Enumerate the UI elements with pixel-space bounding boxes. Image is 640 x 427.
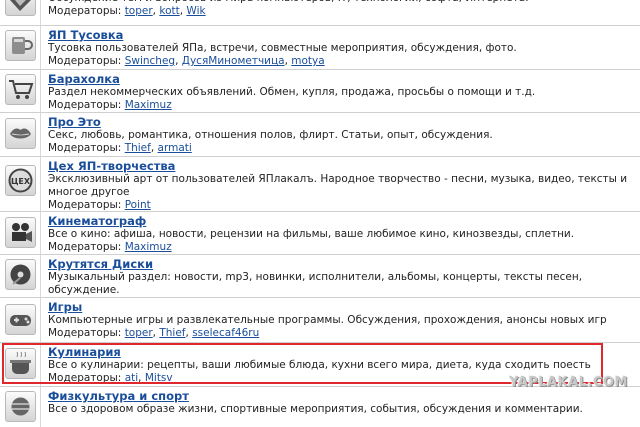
moderator-link[interactable]: Swincheg xyxy=(125,55,175,67)
forum-description: Эксклюзивный арт от пользователей ЯПлака… xyxy=(48,173,628,198)
forum-icon-cell xyxy=(0,255,41,298)
moderators-line: Модераторы: Maximuz xyxy=(48,241,634,254)
forum-row: Барахолка Раздел некоммерческих объявлени… xyxy=(0,70,640,113)
forum-icon-cell xyxy=(0,387,41,427)
moderator-link[interactable]: kott xyxy=(159,5,179,17)
watermark: YAPLAKAL.COM xyxy=(509,375,628,390)
moderator-link[interactable]: armati xyxy=(158,142,192,154)
forum-icon-cell xyxy=(0,26,41,70)
forum-description: Раздел некоммерческих объявлений. Обмен,… xyxy=(48,86,536,98)
forum-title-link[interactable]: Кинематограф xyxy=(48,214,634,228)
moderator-link[interactable]: sselecaf46ru xyxy=(192,327,259,339)
forum-row: Крутятся Диски Музыкальный раздел: новост… xyxy=(0,255,640,298)
forum-description: Тусовка пользователей ЯПа, встречи, совм… xyxy=(48,42,517,54)
forum-row: Физкультура и спорт Все о здоровом образе… xyxy=(0,387,640,427)
forum-description: Музыкальный раздел: новости, mp3, новинк… xyxy=(48,271,583,296)
moderator-link[interactable]: Thief xyxy=(159,327,185,339)
forum-row: Про Это Секс, любовь, романтика, отношени… xyxy=(0,113,640,157)
moderator-link[interactable]: toper xyxy=(125,5,153,17)
moderators-line: Модераторы: Thief, armati xyxy=(48,142,192,154)
moderators-label: Модераторы: xyxy=(48,241,125,253)
forum-title-link[interactable]: Цех ЯП-творчества xyxy=(48,159,634,173)
forum-icon-cell xyxy=(0,70,41,113)
music-hand-icon xyxy=(5,259,36,290)
forum-row: ЦЕХ Цех ЯП-творчества Эксклюзивный арт от … xyxy=(0,157,640,212)
forum-icon-cell: ЦЕХ xyxy=(0,157,41,212)
moderators-label: Модераторы: xyxy=(48,5,125,17)
forum-title-link[interactable]: Крутятся Диски xyxy=(48,257,634,271)
moderator-link[interactable]: motya xyxy=(291,55,324,67)
moderators-label: Модераторы: xyxy=(48,142,125,154)
forum-title-link[interactable]: Игры xyxy=(48,300,634,314)
forum-text: Обсуждение тем и вопросов из мира компью… xyxy=(48,0,634,18)
moderators-label: Модераторы: xyxy=(48,199,125,211)
forum-icon-cell xyxy=(0,113,41,157)
moderators-line: Модераторы: toper, Thief, sselecaf46ru xyxy=(48,327,260,339)
moderator-link[interactable]: Maximuz xyxy=(125,241,172,253)
moderator-link[interactable]: Thief xyxy=(125,142,151,154)
forum-row: ЯП Тусовка Тусовка пользователей ЯПа, вст… xyxy=(0,26,640,70)
forum-text: ЯП Тусовка Тусовка пользователей ЯПа, вст… xyxy=(48,28,634,68)
forum-description: Все о кино: афиша, новости, рецензии на … xyxy=(48,228,575,240)
forum-icon-cell xyxy=(0,212,41,255)
moderators-label: Модераторы: xyxy=(48,327,125,339)
moderators-label: Модераторы: xyxy=(48,55,125,67)
moderator-link[interactable]: Wik xyxy=(186,5,205,17)
forum-icon-cell xyxy=(0,298,41,343)
moderators-line: Модераторы: Maximuz xyxy=(48,99,634,112)
forum-icon-cell xyxy=(0,0,41,26)
forum-text: Крутятся Диски Музыкальный раздел: новост… xyxy=(48,257,634,297)
forum-text: Кинематограф Все о кино: афиша, новости, … xyxy=(48,214,634,254)
moderator-link[interactable]: Maximuz xyxy=(125,99,172,111)
tsekh-logo-icon: ЦЕХ xyxy=(5,165,36,196)
moderator-link[interactable]: Point xyxy=(125,199,151,211)
forum-title-link[interactable]: Физкультура и спорт xyxy=(48,389,634,403)
forum-title-link[interactable]: Барахолка xyxy=(48,72,634,86)
forum-description: Все о здоровом образе жизни, спортивные … xyxy=(48,403,583,415)
svg-text:ЦЕХ: ЦЕХ xyxy=(11,177,31,186)
forum-text: Барахолка Раздел некоммерческих объявлени… xyxy=(48,72,634,112)
games-icon xyxy=(5,304,36,335)
forum-description: Компьютерные игры и развлекательные прог… xyxy=(48,314,607,326)
sport-icon xyxy=(5,391,36,422)
moderators-line: Модераторы: toper, kott, Wik xyxy=(48,5,206,17)
moderator-link[interactable]: ДусяМинометчица xyxy=(182,55,285,67)
diamond-icon xyxy=(5,0,36,16)
forum-text: Цех ЯП-творчества Эксклюзивный арт от пол… xyxy=(48,159,634,212)
forum-title-link[interactable]: ЯП Тусовка xyxy=(48,28,634,42)
moderators-line: Модераторы: Swincheg, ДусяМинометчица, m… xyxy=(48,55,325,67)
film-camera-icon xyxy=(5,217,36,248)
mug-icon xyxy=(5,30,36,61)
forum-row: Обсуждение тем и вопросов из мира компью… xyxy=(0,0,640,26)
forum-row: Кинематограф Все о кино: афиша, новости, … xyxy=(0,212,640,255)
moderators-label: Модераторы: xyxy=(48,99,125,111)
forum-row: Игры Компьютерные игры и развлекательные … xyxy=(0,298,640,343)
forum-title-link[interactable]: Про Это xyxy=(48,115,634,129)
forum-text: Физкультура и спорт Все о здоровом образе… xyxy=(48,389,634,416)
forum-text: Игры Компьютерные игры и развлекательные … xyxy=(48,300,634,340)
lips-icon xyxy=(5,118,36,149)
moderator-link[interactable]: toper xyxy=(125,327,153,339)
forum-description: Секс, любовь, романтика, отношения полов… xyxy=(48,129,493,141)
shopping-cart-icon xyxy=(5,74,36,105)
forum-text: Про Это Секс, любовь, романтика, отношени… xyxy=(48,115,634,155)
